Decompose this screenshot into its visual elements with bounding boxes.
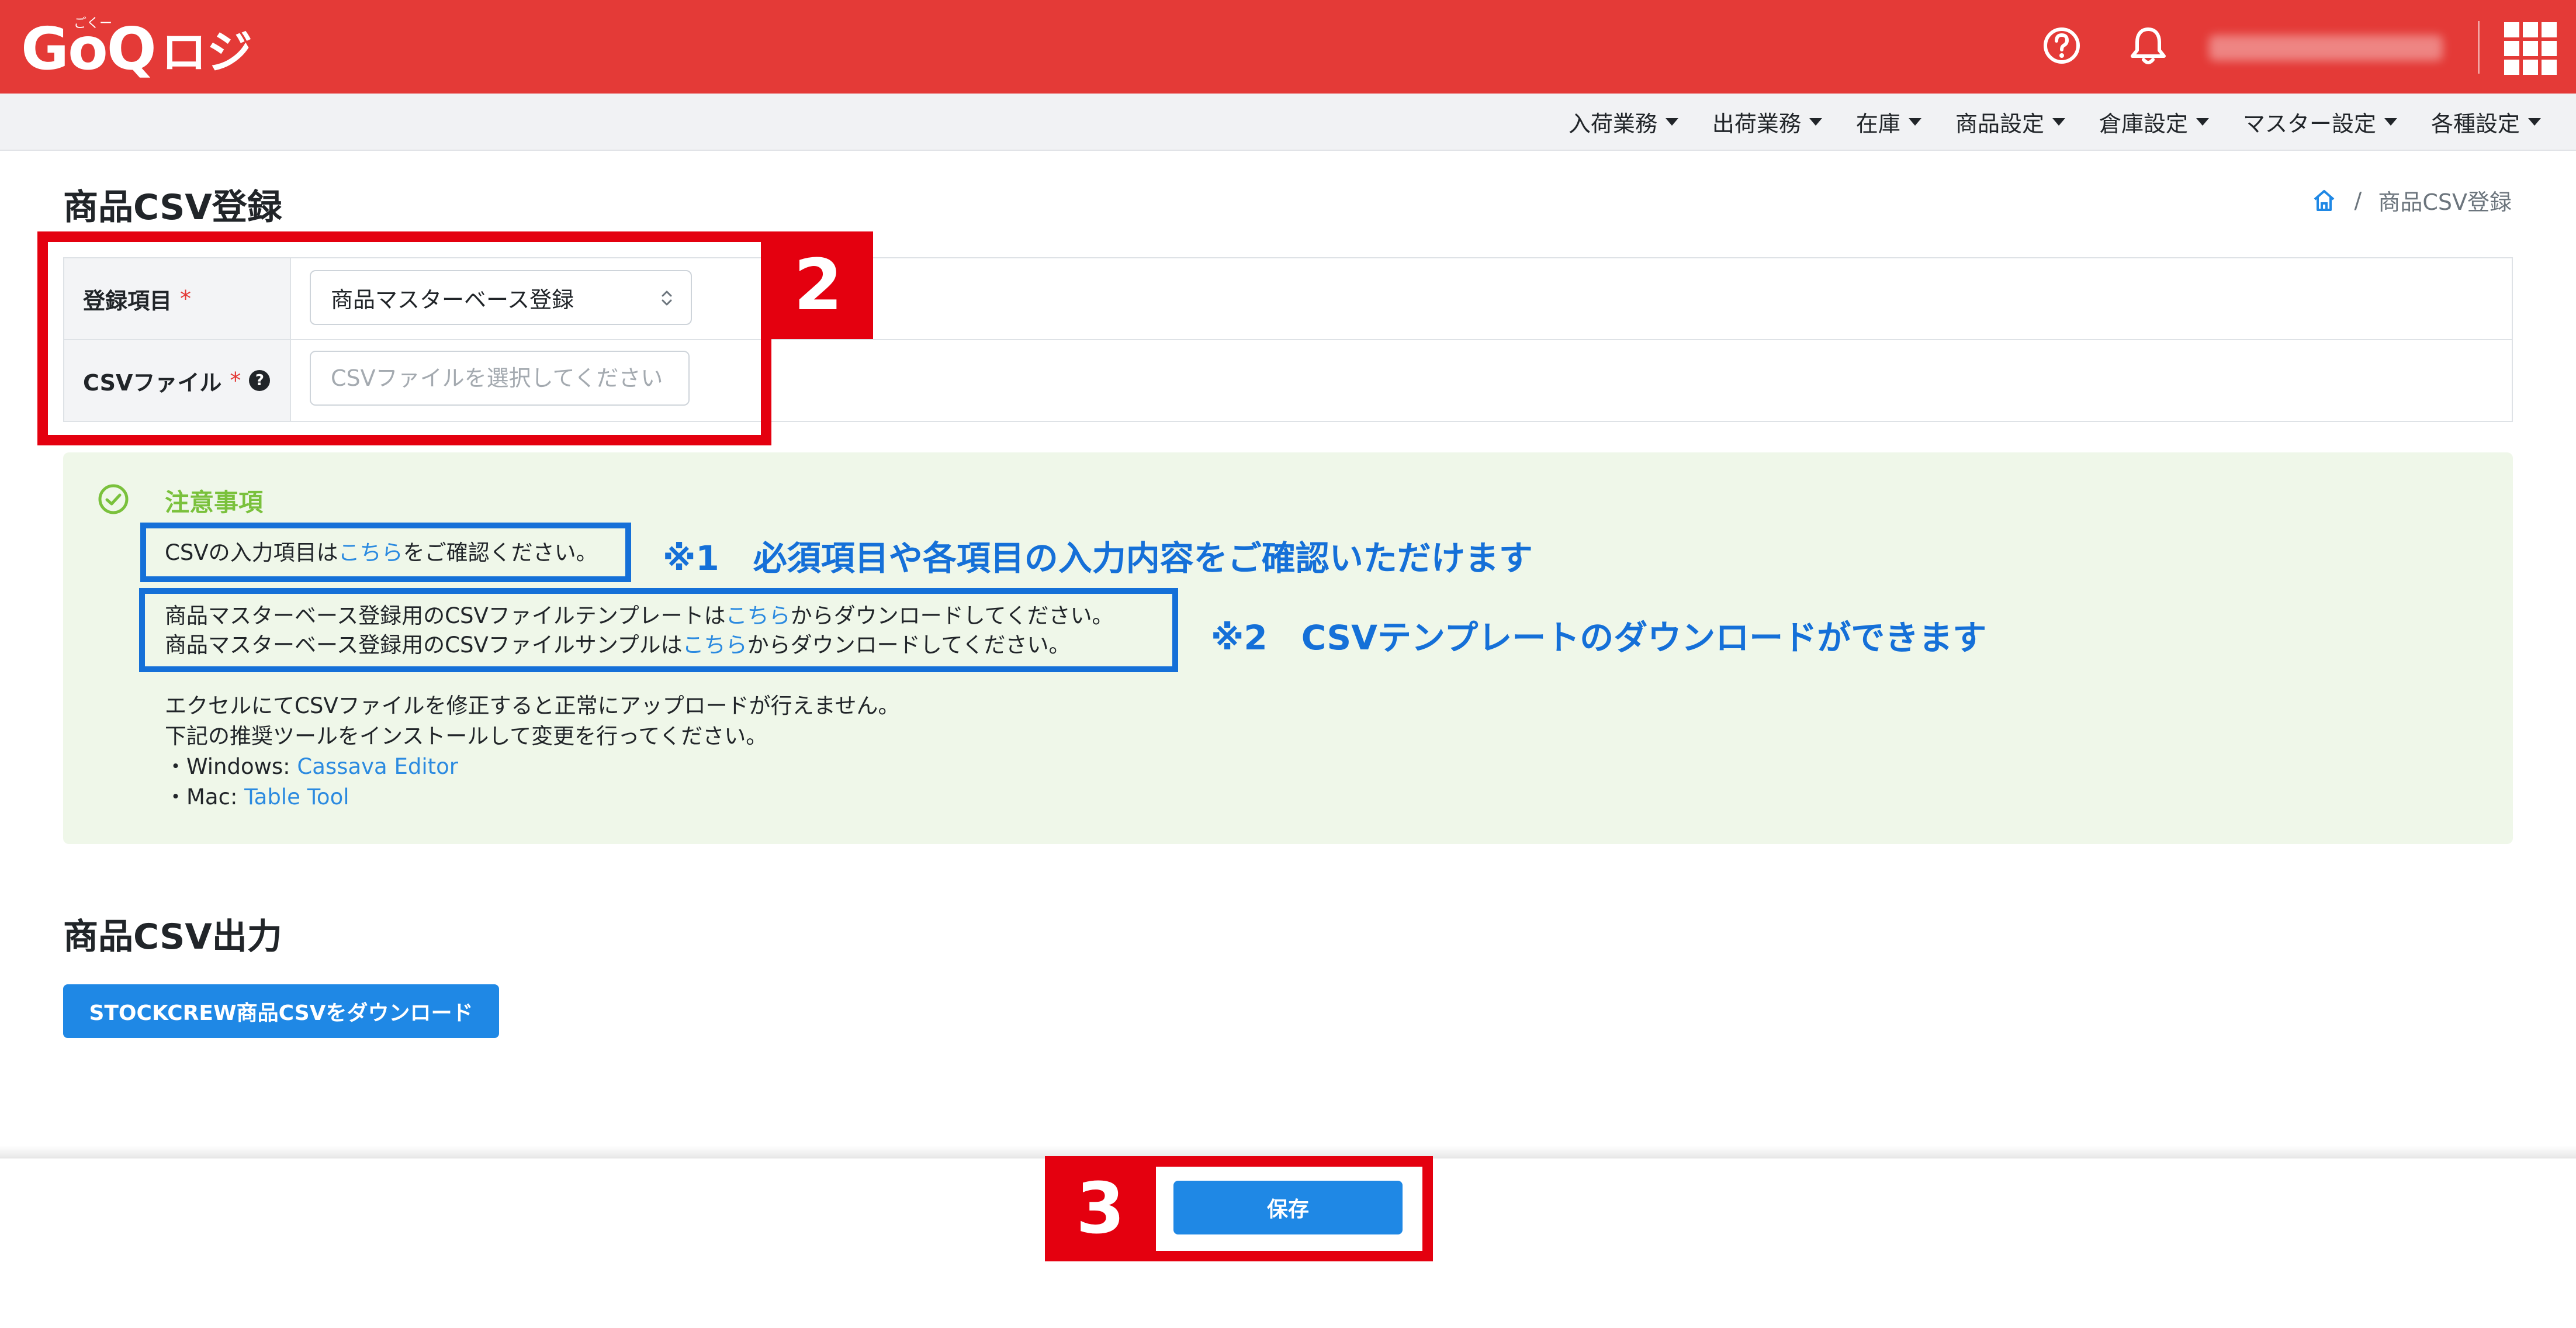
goq-logo[interactable]: ごくー GoQ ロジ (21, 15, 252, 83)
nav-nyuka[interactable]: 入荷業務 (1569, 106, 1678, 138)
nav-zaiko[interactable]: 在庫 (1856, 106, 1921, 138)
nav-label: 出荷業務 (1712, 110, 1801, 137)
download-csv-button[interactable]: STOCKCREW商品CSVをダウンロード (63, 984, 499, 1038)
caret-down-icon (1809, 117, 1822, 126)
notice-title: 注意事項 (165, 488, 264, 517)
nav-label: 在庫 (1855, 110, 1900, 137)
bell-icon[interactable] (2125, 22, 2172, 69)
nav-master-settei[interactable]: マスター設定 (2243, 106, 2397, 138)
caret-down-icon (2052, 117, 2065, 126)
table-tool-link[interactable]: Table Tool (244, 784, 349, 810)
caret-down-icon (1908, 117, 1921, 126)
nav-label: 各種設定 (2430, 110, 2520, 137)
notice-text: ・Windows: (165, 754, 297, 779)
annotation-step-3: 3 (1045, 1156, 1156, 1261)
logo-kana: ごくー (74, 16, 113, 31)
annotation-note-2: ※2 CSVテンプレートのダウンロードができます (1211, 618, 1987, 658)
user-menu-blurred[interactable] (2209, 35, 2443, 61)
nav-shukka[interactable]: 出荷業務 (1712, 106, 1822, 138)
breadcrumb-current: 商品CSV登録 (2378, 189, 2512, 215)
page-title: 商品CSV登録 (63, 187, 282, 228)
check-circle-icon (98, 484, 129, 514)
nav-shohin-settei[interactable]: 商品設定 (1955, 106, 2065, 138)
help-circle-icon[interactable] (2038, 22, 2085, 69)
nav-label: 入荷業務 (1568, 110, 1657, 137)
apps-grid-icon[interactable] (2504, 22, 2557, 75)
nav-label: マスター設定 (2242, 110, 2376, 137)
save-button[interactable]: 保存 (1173, 1181, 1403, 1234)
annotation-box-2 (37, 231, 771, 445)
main-nav: 入荷業務 出荷業務 在庫 商品設定 倉庫設定 マスター設定 各種設定 (0, 94, 2576, 151)
header-divider (2478, 21, 2480, 74)
annotation-step-2: 2 (763, 231, 873, 339)
notice-text: ・Mac: (165, 784, 245, 810)
caret-down-icon (1665, 117, 1678, 126)
nav-label: 倉庫設定 (2099, 110, 2188, 137)
annotation-blue-box-1 (140, 523, 631, 582)
notice-line-5: 下記の推奨ツールをインストールして変更を行ってください。 (165, 724, 768, 749)
nav-label: 商品設定 (1955, 110, 2044, 137)
notice-line-4: エクセルにてCSVファイルを修正すると正常にアップロードが行えません。 (165, 693, 900, 718)
top-header-bar (0, 0, 2576, 94)
logo-sub: ロジ (161, 26, 252, 79)
nav-kakushu-settei[interactable]: 各種設定 (2431, 106, 2541, 138)
caret-down-icon (2528, 117, 2541, 126)
annotation-note-1: ※1 必須項目や各項目の入力内容をご確認いただけます (663, 538, 1533, 578)
caret-down-icon (2384, 117, 2397, 126)
notice-line-6: ・Windows: Cassava Editor (165, 752, 458, 782)
breadcrumb-separator: / (2354, 187, 2362, 213)
breadcrumb: / 商品CSV登録 (2310, 184, 2512, 216)
export-section-title: 商品CSV出力 (63, 917, 282, 957)
annotation-blue-box-2 (139, 588, 1178, 672)
nav-soko-settei[interactable]: 倉庫設定 (2099, 106, 2209, 138)
caret-down-icon (2196, 117, 2209, 126)
home-icon[interactable] (2310, 186, 2338, 215)
cassava-editor-link[interactable]: Cassava Editor (297, 754, 458, 779)
notice-line-7: ・Mac: Table Tool (165, 782, 349, 812)
